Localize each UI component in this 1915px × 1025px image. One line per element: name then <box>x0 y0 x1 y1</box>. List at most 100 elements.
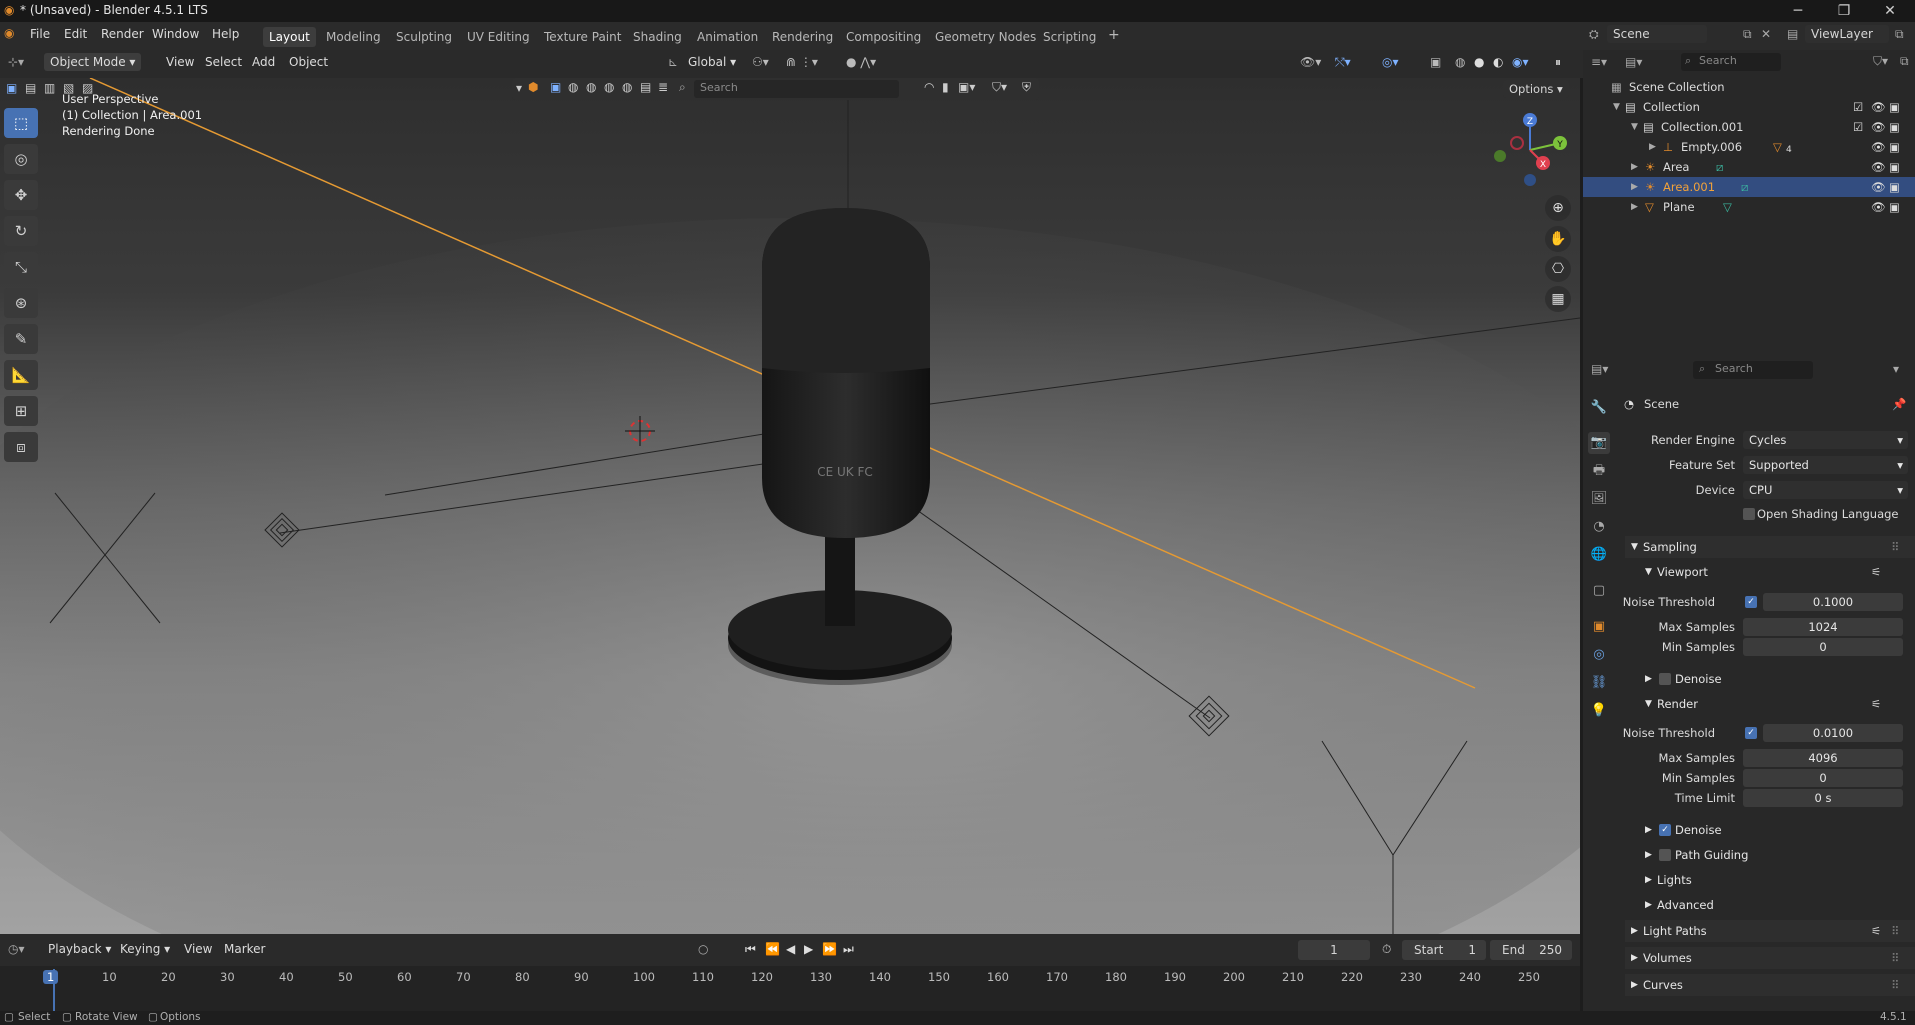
timeline-type-icon[interactable]: ◷▾ <box>8 942 25 956</box>
zoom-icon[interactable]: ⊕ <box>1545 195 1571 221</box>
visibility-icon[interactable]: 👁▾ <box>1300 55 1321 69</box>
play-icon[interactable]: ▶ <box>804 942 813 956</box>
menu-render[interactable]: Render <box>101 27 144 41</box>
sphere-icon-4[interactable]: ◍ <box>622 80 632 94</box>
drag-handle-icon[interactable]: ⠿ <box>1891 920 1899 942</box>
data-tab-icon[interactable]: 💡 <box>1588 700 1610 722</box>
scene-tab-icon[interactable]: ◔ <box>1588 516 1610 538</box>
eye-icon[interactable]: 👁 <box>1871 137 1886 157</box>
select-box-tool-icon[interactable]: ⬚ <box>4 108 38 138</box>
sampling-panel-header[interactable]: ▼ Sampling ⠿ <box>1625 536 1915 558</box>
eye-icon[interactable]: 👁 <box>1871 197 1886 217</box>
rendered-shading-icon[interactable]: ◉▾ <box>1512 55 1529 69</box>
filter-icon[interactable]: ⛉▾ <box>992 80 1007 95</box>
render-camera-icon[interactable]: ▣ <box>1889 197 1900 217</box>
outliner-filter-icon[interactable]: ⛉▾ <box>1873 54 1888 69</box>
drag-handle-icon[interactable]: ⠿ <box>1891 974 1899 996</box>
outliner-row-area[interactable]: ▶ ☀ Area ⧄ 👁 ▣ <box>1583 157 1915 177</box>
select-subtract-icon[interactable]: ▥ <box>44 81 55 95</box>
marker-menu[interactable]: Marker <box>224 942 265 956</box>
outliner-row-scene-collection[interactable]: ▦ Scene Collection <box>1583 77 1915 97</box>
outliner-row-plane[interactable]: ▶ ▽ Plane ▽ 👁 ▣ <box>1583 197 1915 217</box>
tab-scripting[interactable]: Scripting <box>1037 28 1102 46</box>
expand-icon[interactable]: ▾ <box>516 81 522 95</box>
new-view-layer-icon[interactable]: ⧉ <box>1895 27 1904 42</box>
sphere-icon-1[interactable]: ◍ <box>568 80 578 94</box>
viewport-denoise-checkbox[interactable] <box>1659 673 1671 685</box>
prev-key-icon[interactable]: ⏪ <box>765 942 780 956</box>
feature-set-dropdown[interactable]: Supported ▾ <box>1743 456 1908 474</box>
render-noise-field[interactable]: 0.0100 <box>1763 724 1903 742</box>
overlay-toggle-icon[interactable]: ◎▾ <box>1382 55 1399 69</box>
select-menu[interactable]: Select <box>205 55 242 69</box>
next-key-icon[interactable]: ⏩ <box>822 942 837 956</box>
material-shading-icon[interactable]: ◐ <box>1493 55 1503 69</box>
tab-shading[interactable]: Shading <box>627 28 688 46</box>
end-frame-field[interactable]: End 250 <box>1490 940 1572 960</box>
render-denoise-checkbox[interactable]: ✓ <box>1659 824 1671 836</box>
jump-end-icon[interactable]: ⏭ <box>843 942 854 957</box>
drag-handle-icon[interactable]: ⠿ <box>1891 947 1899 969</box>
output-tab-icon[interactable]: 🖶 <box>1588 460 1610 482</box>
outliner-row-collection-001[interactable]: ▼ ▤ Collection.001 ☑ 👁 ▣ <box>1583 117 1915 137</box>
select-new-icon[interactable]: ▣ <box>6 81 17 95</box>
presets-icon[interactable]: ⚟ <box>1871 693 1881 715</box>
path-guiding-checkbox[interactable] <box>1659 849 1671 861</box>
transform-tool-icon[interactable]: ⊛ <box>4 288 38 318</box>
mode-dropdown[interactable]: Object Mode ▾ <box>44 53 142 71</box>
select-intersect-icon[interactable]: ▨ <box>82 81 93 95</box>
outliner-type-icon[interactable]: ≡▾ <box>1591 55 1607 69</box>
wireframe-shading-icon[interactable]: ◍ <box>1455 55 1465 69</box>
eye-icon[interactable]: 👁 <box>1871 117 1886 137</box>
snap-icon[interactable]: ⋒ ⋮▾ <box>786 55 818 69</box>
osl-checkbox[interactable] <box>1743 508 1755 520</box>
new-scene-icon[interactable]: ⧉ <box>1743 27 1752 42</box>
path-guiding-header[interactable]: ▶ Path Guiding <box>1625 844 1915 866</box>
options-dropdown[interactable]: Options ▾ <box>1503 80 1569 98</box>
menu-window[interactable]: Window <box>152 27 199 41</box>
menu-edit[interactable]: Edit <box>64 27 87 41</box>
sphere-icon-2[interactable]: ◍ <box>586 80 596 94</box>
solid-shading-icon[interactable]: ● <box>1474 55 1484 69</box>
window-icon[interactable]: ▣▾ <box>958 80 975 94</box>
circle-icon[interactable]: ◠ <box>924 80 934 94</box>
scale-tool-icon[interactable]: ⤡ <box>4 252 38 282</box>
properties-type-icon[interactable]: ▤▾ <box>1591 362 1608 376</box>
pause-render-icon[interactable]: ⏸ <box>1555 55 1561 70</box>
annotate-tool-icon[interactable]: ✎ <box>4 324 38 354</box>
render-max-field[interactable]: 4096 <box>1743 749 1903 767</box>
expand-arrow-icon[interactable]: ▼ <box>1631 117 1638 137</box>
viewport-denoise-header[interactable]: ▶ Denoise <box>1625 668 1915 690</box>
proportional-edit-icon[interactable]: ● ⋀▾ <box>846 55 876 69</box>
measure-tool-icon[interactable]: 📐 <box>4 360 38 390</box>
cursor-tool-icon[interactable]: ◎ <box>4 144 38 174</box>
sphere-icon-3[interactable]: ◍ <box>604 80 614 94</box>
viewport-noise-field[interactable]: 0.1000 <box>1763 593 1903 611</box>
start-frame-field[interactable]: Start 1 <box>1402 940 1486 960</box>
tab-rendering[interactable]: Rendering <box>766 28 839 46</box>
outliner-search-input[interactable]: Search <box>1681 53 1781 71</box>
bookmark-icon[interactable]: ▮ <box>942 80 949 94</box>
pivot-point-icon[interactable]: ⚇▾ <box>752 55 769 69</box>
pan-hand-icon[interactable]: ✋ <box>1545 226 1571 252</box>
view-layer-field[interactable]: ViewLayer <box>1805 25 1889 43</box>
pin-icon[interactable]: 📌 <box>1892 394 1906 414</box>
physics-tab-icon[interactable]: ◎ <box>1588 644 1610 666</box>
render-camera-icon[interactable]: ▣ <box>1889 117 1900 137</box>
minimize-button[interactable]: ─ <box>1775 0 1821 22</box>
editor-type-icon[interactable]: ⊹▾ <box>8 55 24 69</box>
shield-icon[interactable]: ⛨ <box>1022 80 1031 95</box>
expand-arrow-icon[interactable]: ▶ <box>1631 197 1638 217</box>
tab-compositing[interactable]: Compositing <box>840 28 927 46</box>
menu-file[interactable]: File <box>30 27 50 41</box>
presets-icon[interactable]: ⚟ <box>1871 920 1881 942</box>
outliner-row-area-001[interactable]: ▶ ☀ Area.001 ⧄ 👁 ▣ <box>1583 177 1915 197</box>
gizmo-toggle-icon[interactable]: ⤲▾ <box>1335 55 1351 70</box>
auto-key-icon[interactable]: ○ <box>698 942 708 956</box>
curves-panel-header[interactable]: ▶ Curves ⠿ <box>1625 974 1915 996</box>
render-denoise-header[interactable]: ▶ ✓ Denoise <box>1625 819 1915 841</box>
expand-arrow-icon[interactable]: ▶ <box>1631 177 1638 197</box>
tab-layout[interactable]: Layout <box>263 27 316 47</box>
navigation-gizmo[interactable]: Z Y X <box>1485 108 1575 188</box>
add-object-tool-icon[interactable]: ⧈ <box>4 432 38 462</box>
